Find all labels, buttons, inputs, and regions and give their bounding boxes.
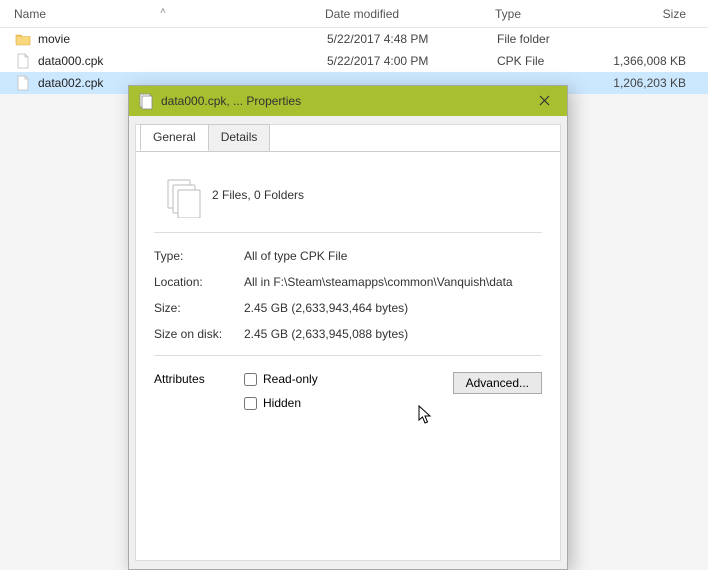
file-icon	[14, 52, 32, 70]
tab-details[interactable]: Details	[208, 124, 271, 151]
column-header-type[interactable]: Type	[495, 7, 600, 21]
titlebar[interactable]: data000.cpk, ... Properties	[129, 86, 567, 116]
type-value: All of type CPK File	[244, 249, 542, 263]
type-label: Type:	[154, 249, 244, 263]
tab-content-general: 2 Files, 0 Folders Type: All of type CPK…	[136, 151, 560, 560]
readonly-checkbox[interactable]	[244, 373, 257, 386]
list-header: Name ˄ Date modified Type Size	[0, 0, 708, 28]
column-header-date[interactable]: Date modified	[325, 7, 495, 21]
column-header-name[interactable]: Name ˄	[0, 7, 325, 21]
file-date: 5/22/2017 4:48 PM	[327, 32, 497, 46]
close-icon	[539, 93, 550, 109]
hidden-label: Hidden	[263, 396, 301, 410]
readonly-label: Read-only	[263, 372, 318, 386]
hidden-checkbox[interactable]	[244, 397, 257, 410]
readonly-checkbox-row[interactable]: Read-only	[244, 372, 453, 386]
file-type: CPK File	[497, 54, 602, 68]
location-label: Location:	[154, 275, 244, 289]
file-row[interactable]: movie 5/22/2017 4:48 PM File folder	[0, 28, 708, 50]
sizeondisk-row: Size on disk: 2.45 GB (2,633,945,088 byt…	[154, 321, 542, 347]
file-size: 1,366,008 KB	[602, 54, 708, 68]
type-row: Type: All of type CPK File	[154, 243, 542, 269]
file-size: 1,206,203 KB	[602, 76, 708, 90]
header-label: Name	[14, 7, 46, 21]
file-date: 5/22/2017 4:00 PM	[327, 54, 497, 68]
size-value: 2.45 GB (2,633,943,464 bytes)	[244, 301, 542, 315]
divider	[154, 232, 542, 233]
files-stack-icon	[154, 176, 212, 218]
file-name: movie	[38, 32, 327, 46]
file-icon	[14, 74, 32, 92]
location-row: Location: All in F:\Steam\steamapps\comm…	[154, 269, 542, 295]
sizeondisk-label: Size on disk:	[154, 327, 244, 341]
file-name: data000.cpk	[38, 54, 327, 68]
location-value: All in F:\Steam\steamapps\common\Vanquis…	[244, 275, 542, 289]
attributes-row: Attributes Read-only Hidden Advanced...	[154, 366, 542, 420]
tab-general[interactable]: General	[140, 124, 209, 151]
divider	[154, 355, 542, 356]
folder-icon	[14, 30, 32, 48]
size-label: Size:	[154, 301, 244, 315]
tabs: General Details	[136, 124, 560, 151]
dialog-title: data000.cpk, ... Properties	[161, 94, 522, 108]
advanced-button[interactable]: Advanced...	[453, 372, 542, 394]
attributes-label: Attributes	[154, 372, 244, 386]
file-list: Name ˄ Date modified Type Size movie 5/2…	[0, 0, 708, 94]
sort-ascending-icon: ˄	[160, 6, 166, 17]
files-stack-icon	[137, 92, 155, 110]
attribute-checks: Read-only Hidden	[244, 372, 453, 420]
column-header-size[interactable]: Size	[600, 7, 708, 21]
hidden-checkbox-row[interactable]: Hidden	[244, 396, 453, 410]
file-type: File folder	[497, 32, 602, 46]
file-row[interactable]: data000.cpk 5/22/2017 4:00 PM CPK File 1…	[0, 50, 708, 72]
size-row: Size: 2.45 GB (2,633,943,464 bytes)	[154, 295, 542, 321]
close-button[interactable]	[522, 86, 567, 116]
summary-text: 2 Files, 0 Folders	[212, 176, 542, 202]
sizeondisk-value: 2.45 GB (2,633,945,088 bytes)	[244, 327, 542, 341]
dialog-body: General Details 2 Files, 0 Folders Type:…	[135, 124, 561, 561]
properties-dialog: data000.cpk, ... Properties General Deta…	[128, 85, 568, 570]
summary-row: 2 Files, 0 Folders	[154, 170, 542, 224]
